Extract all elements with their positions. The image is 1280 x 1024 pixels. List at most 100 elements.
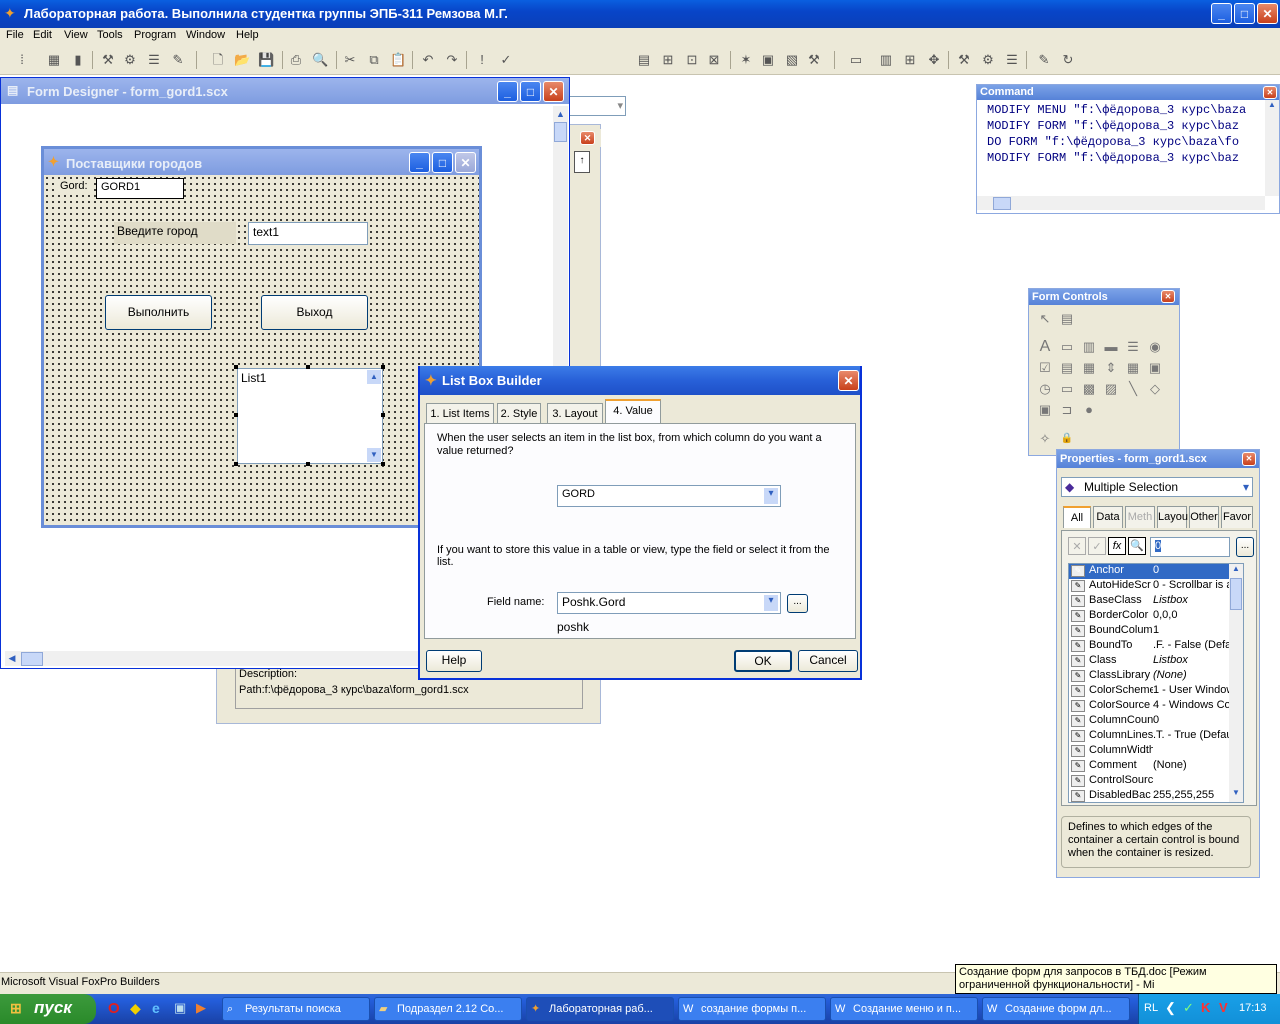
property-row[interactable]: ✎ AutoHideScr 0 - Scrollbar is a bbox=[1069, 579, 1229, 594]
list1-listbox[interactable]: List1 ▲ ▼ bbox=[237, 368, 383, 464]
chevron-down-icon[interactable]: ▾ bbox=[617, 99, 623, 112]
df-close-button[interactable]: ✕ bbox=[455, 152, 476, 173]
design-canvas[interactable]: Gord: GORD1 Введите город text1 Выполнит… bbox=[44, 175, 479, 525]
lock-icon[interactable]: 🔒 bbox=[1059, 431, 1075, 447]
code-window-icon[interactable]: ☰ bbox=[1004, 53, 1020, 67]
property-row[interactable]: ✎ BaseClass Listbox bbox=[1069, 594, 1229, 609]
task-folder[interactable]: ▰ Подраздел 2.12 Со... bbox=[374, 997, 522, 1021]
code-icon[interactable]: ⊠ bbox=[706, 53, 722, 67]
media-player-icon[interactable]: ▶ bbox=[196, 1000, 206, 1016]
properties-list[interactable]: ✎ Anchor 0 ✎ AutoHideScr 0 - Scrollbar is a … bbox=[1068, 563, 1244, 803]
property-row[interactable]: ✎ Class Listbox bbox=[1069, 654, 1229, 669]
menu-file[interactable]: File bbox=[6, 29, 24, 41]
build-icon[interactable]: ⚒ bbox=[806, 53, 822, 67]
pageframe-icon[interactable]: ▭ bbox=[1059, 381, 1075, 397]
data-session-icon[interactable]: ⊞ bbox=[660, 53, 676, 67]
fd-minimize-button[interactable]: _ bbox=[497, 81, 518, 102]
df-maximize-button[interactable]: □ bbox=[432, 152, 453, 173]
separator-icon[interactable]: ⊐ bbox=[1059, 402, 1075, 418]
line-icon[interactable]: ╲ bbox=[1125, 381, 1141, 397]
scroll-left-icon[interactable]: ◀ bbox=[5, 651, 19, 666]
task-word-1[interactable]: Wсоздание формы п... bbox=[678, 997, 826, 1021]
scroll-up-icon[interactable]: ▲ bbox=[553, 106, 568, 122]
property-row[interactable]: ✎ ColorSource 4 - Windows Co bbox=[1069, 699, 1229, 714]
selection-handle[interactable] bbox=[381, 462, 385, 466]
label-icon[interactable]: A bbox=[1037, 339, 1053, 355]
layout-icon[interactable]: ▦ bbox=[46, 53, 62, 67]
properties-icon[interactable]: ⊡ bbox=[684, 53, 700, 67]
column-select[interactable]: GORD ▾ bbox=[557, 485, 781, 507]
open-folder-icon[interactable]: 📂 bbox=[234, 53, 250, 67]
grid-icon[interactable]: ▦ bbox=[1125, 360, 1141, 376]
builder-close-button[interactable]: ✕ bbox=[838, 370, 859, 391]
zoom-icon[interactable]: 🔍 bbox=[1128, 537, 1146, 555]
refresh-icon[interactable]: ↻ bbox=[1060, 53, 1076, 67]
property-row[interactable]: ✎ ColumnCoun 0 bbox=[1069, 714, 1229, 729]
command-line-3[interactable]: DO FORM "f:\фёдорова_3 курс\baza\fo bbox=[987, 135, 1239, 149]
tab-order-icon[interactable]: ✥ bbox=[926, 53, 942, 67]
property-row[interactable]: ✎ BoundTo .F. - False (Defa bbox=[1069, 639, 1229, 654]
list-scroll-up-icon[interactable]: ▲ bbox=[367, 370, 381, 384]
align-icon[interactable]: ⁞ bbox=[14, 53, 30, 67]
command-window-icon[interactable]: ▤ bbox=[636, 53, 652, 67]
textbox-icon[interactable]: ▭ bbox=[1059, 339, 1075, 355]
run-icon[interactable]: ! bbox=[474, 53, 490, 67]
tab-data[interactable]: Data bbox=[1093, 506, 1123, 528]
minimize-button[interactable]: _ bbox=[1211, 3, 1232, 24]
gord-textbox[interactable]: GORD1 bbox=[96, 178, 184, 199]
opera-icon[interactable]: O bbox=[108, 1000, 120, 1017]
property-row[interactable]: ✎ ControlSourc bbox=[1069, 774, 1229, 789]
copy-icon[interactable]: ⧉ bbox=[366, 53, 382, 67]
tab-style[interactable]: 2. Style bbox=[497, 403, 541, 423]
scroll-thumb[interactable] bbox=[554, 122, 567, 142]
shape-icon[interactable]: ◇ bbox=[1147, 381, 1163, 397]
property-row[interactable]: ✎ ColorScheme 1 - User Window bbox=[1069, 684, 1229, 699]
show-desktop-icon[interactable]: ▣ bbox=[174, 1000, 186, 1016]
new-file-icon[interactable]: 🗋 bbox=[210, 53, 226, 67]
selection-handle[interactable] bbox=[381, 413, 385, 417]
command-close-button[interactable]: ✕ bbox=[1263, 86, 1277, 99]
listbox-icon[interactable]: ▦ bbox=[1081, 360, 1097, 376]
task-word-3[interactable]: W Создание форм дл... bbox=[982, 997, 1130, 1021]
city-textbox[interactable]: text1 bbox=[248, 222, 368, 245]
command-hscroll[interactable] bbox=[977, 196, 1265, 210]
field-name-select[interactable]: Poshk.Gord ▾ bbox=[557, 592, 781, 614]
ole-container-icon[interactable]: ▩ bbox=[1081, 381, 1097, 397]
properties-close-button[interactable]: ✕ bbox=[1242, 452, 1256, 466]
tab-methods[interactable]: Meth bbox=[1125, 506, 1155, 528]
tab-other[interactable]: Other bbox=[1189, 506, 1219, 528]
properties-scrollbar[interactable]: ▲ ▼ bbox=[1229, 564, 1243, 802]
property-row[interactable]: ✎ ColumnWidth bbox=[1069, 744, 1229, 759]
wand-icon[interactable]: ✎ bbox=[170, 53, 186, 67]
scroll-up-icon[interactable]: ▲ bbox=[1229, 564, 1243, 578]
list-icon[interactable]: ☰ bbox=[146, 53, 162, 67]
selection-handle[interactable] bbox=[306, 365, 310, 369]
magic-icon[interactable]: ✎ bbox=[1036, 53, 1052, 67]
selection-handle[interactable] bbox=[234, 462, 238, 466]
class-library-icon[interactable]: ▤ bbox=[1059, 311, 1075, 327]
command-group-icon[interactable]: ☰ bbox=[1125, 339, 1141, 355]
menu-program[interactable]: Program bbox=[134, 29, 176, 41]
selection-handle[interactable] bbox=[381, 365, 385, 369]
selection-handle[interactable] bbox=[234, 365, 238, 369]
chevron-down-icon[interactable]: ▾ bbox=[764, 488, 778, 504]
run-button[interactable]: Выполнить bbox=[105, 295, 212, 330]
cancel-button[interactable]: Cancel bbox=[798, 650, 858, 672]
tab-value[interactable]: 4. Value bbox=[605, 399, 661, 424]
paste-icon[interactable]: 📋 bbox=[390, 53, 406, 67]
checkbox-icon[interactable]: ☑ bbox=[1037, 360, 1053, 376]
property-row[interactable]: ✎ ClassLibrary (None) bbox=[1069, 669, 1229, 684]
command-line-1[interactable]: MODIFY MENU "f:\фёдорова_3 курс\baza bbox=[987, 103, 1246, 117]
property-value-input[interactable]: 0 bbox=[1150, 537, 1230, 557]
behind-panel-scroll-up[interactable]: ↑ bbox=[574, 151, 590, 173]
close-button[interactable]: ✕ bbox=[1257, 3, 1278, 24]
task-search-results[interactable]: ⌕ Результаты поиска bbox=[222, 997, 370, 1021]
modify-icon[interactable]: ✓ bbox=[498, 53, 514, 67]
chevron-down-icon[interactable]: ▾ bbox=[1243, 480, 1249, 494]
menu-edit[interactable]: Edit bbox=[33, 29, 52, 41]
page-icon[interactable]: ▮ bbox=[70, 53, 86, 67]
combobox-icon[interactable]: ▤ bbox=[1059, 360, 1075, 376]
pointer-icon[interactable]: ↖ bbox=[1037, 311, 1053, 327]
tab-all[interactable]: All bbox=[1063, 506, 1091, 528]
ole-bound-icon[interactable]: ▨ bbox=[1103, 381, 1119, 397]
